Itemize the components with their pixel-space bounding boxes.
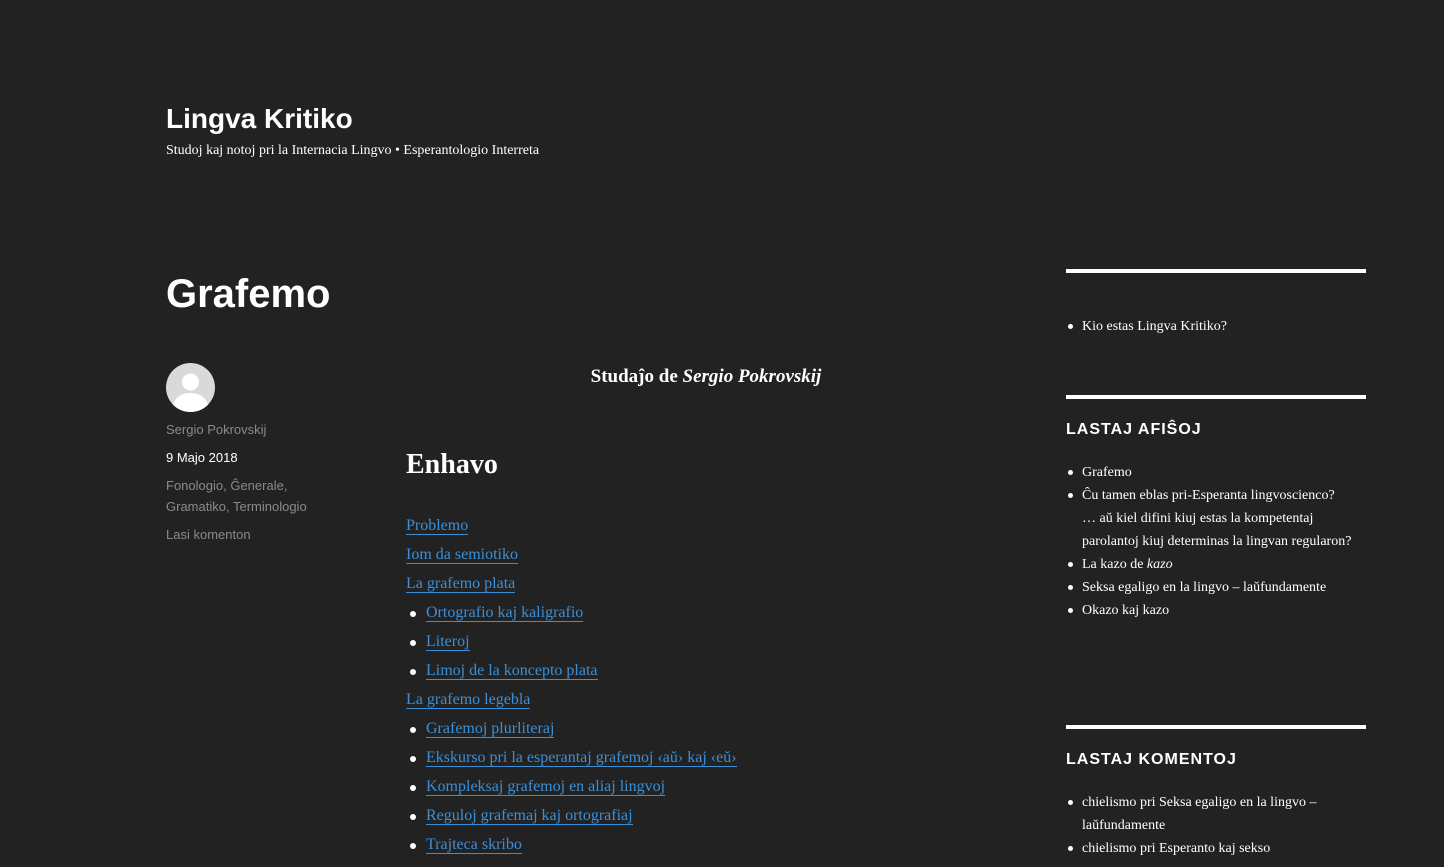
toc-link[interactable]: Literoj <box>426 633 470 651</box>
recent-post-link[interactable]: La kazo de kazo <box>1082 557 1173 572</box>
category-link[interactable]: Ĝenerale <box>230 478 283 493</box>
toc-item: Reguloj grafemaj kaj ortografiaj <box>406 804 737 833</box>
recent-post-text: Grafemo <box>1082 465 1132 480</box>
pages-widget: Kio estas Lingva Kritiko? <box>1066 315 1366 338</box>
category-link[interactable]: Terminologio <box>233 499 307 514</box>
recent-post-link[interactable]: Ĉu tamen eblas pri-Esperanta lingvoscien… <box>1082 488 1335 503</box>
toc-item: Literoj <box>406 630 737 659</box>
list-item: Kio estas Lingva Kritiko? <box>1066 315 1366 338</box>
toc-item: Iom da semiotiko <box>406 543 737 572</box>
toc-link[interactable]: Iom da semiotiko <box>406 546 518 564</box>
list-item: chielismo pri Seksa egaligo en la lingvo… <box>1066 791 1366 837</box>
list-item: Okazo kaj kazo <box>1066 599 1366 622</box>
toc-item: Ekskurso pri la esperantaj grafemoj ‹aŭ›… <box>406 746 737 775</box>
recent-post-link[interactable]: Okazo kaj kazo <box>1082 603 1169 618</box>
user-silhouette-icon <box>172 373 209 412</box>
toc-item: Limoj de la koncepto plata <box>406 659 737 688</box>
toc-item: La grafemo plata <box>406 572 737 601</box>
toc-link[interactable]: Problemo <box>406 517 469 535</box>
toc-item: Trajteca skribo <box>406 833 737 862</box>
author-link[interactable]: Sergio Pokrovskij <box>166 422 266 437</box>
leave-comment-link[interactable]: Lasi komenton <box>166 527 251 542</box>
toc-item: Ortografio kaj kaligrafio <box>406 601 737 630</box>
study-prefix: Studaĵo de <box>590 366 683 387</box>
toc-heading: Enhavo <box>406 449 498 480</box>
recent-post-link[interactable]: Grafemo <box>1082 465 1132 480</box>
list-item: chielismo pri Esperanto kaj sekso <box>1066 837 1366 860</box>
list-item: Ĉu tamen eblas pri-Esperanta lingvoscien… <box>1066 484 1366 507</box>
recent-post-text: La kazo de <box>1082 557 1147 572</box>
widget-divider <box>1066 395 1366 399</box>
page-link[interactable]: Kio estas Lingva Kritiko? <box>1082 319 1227 334</box>
page-title: Grafemo <box>166 272 331 316</box>
avatar[interactable] <box>166 363 215 412</box>
toc-link[interactable]: Trajteca skribo <box>426 836 522 854</box>
category-link[interactable]: Gramatiko <box>166 499 226 514</box>
recent-posts-title: LASTAJ AFIŜOJ <box>1066 421 1202 438</box>
study-author: Sergio Pokrovskij <box>682 366 822 387</box>
post-date[interactable]: 9 Majo 2018 <box>166 447 238 468</box>
recent-post-text: … aŭ kiel difini kiuj estas la kompetent… <box>1082 511 1352 549</box>
list-item: Grafemo <box>1066 461 1366 484</box>
toc-link[interactable]: Grafemoj plurliteraj <box>426 720 555 738</box>
recent-post-emphasis: kazo <box>1146 557 1173 572</box>
toc-link[interactable]: Ekskurso pri la esperantaj grafemoj ‹aŭ›… <box>426 749 737 767</box>
toc-item: Kompleksaj grafemoj en aliaj lingvoj <box>406 775 737 804</box>
recent-post-text: Seksa egaligo en la lingvo – laŭfundamen… <box>1082 580 1327 595</box>
toc-item: Problemo <box>406 514 737 543</box>
recent-comments-list: chielismo pri Seksa egaligo en la lingvo… <box>1066 791 1366 860</box>
toc-link[interactable]: Limoj de la koncepto plata <box>426 662 598 680</box>
site-description: Studoj kaj notoj pri la Internacia Lingv… <box>166 143 540 158</box>
recent-post-text: Ĉu tamen eblas pri-Esperanta lingvoscien… <box>1082 488 1335 503</box>
toc-link[interactable]: Ortografio kaj kaligrafio <box>426 604 584 622</box>
comment-author: chielismo <box>1082 841 1137 856</box>
widget-divider <box>1066 725 1366 729</box>
category-link[interactable]: Fonologio <box>166 478 223 493</box>
list-item: La kazo de kazo <box>1066 553 1366 576</box>
toc-link[interactable]: La grafemo plata <box>406 575 516 593</box>
toc-item: La grafemo legebla <box>406 688 737 717</box>
table-of-contents: Problemo Iom da semiotiko La grafemo plata… <box>406 514 737 862</box>
recent-posts-list: Grafemo Ĉu tamen eblas pri-Esperanta ling… <box>1066 461 1366 622</box>
list-item: … aŭ kiel difini kiuj estas la kompetent… <box>1066 507 1366 553</box>
recent-post-text: Okazo kaj kazo <box>1082 603 1170 618</box>
comment-post-link[interactable]: Esperanto kaj sekso <box>1159 841 1270 856</box>
recent-post-link[interactable]: Seksa egaligo en la lingvo – laŭfundamen… <box>1082 580 1326 595</box>
toc-link[interactable]: La grafemo legebla <box>406 691 531 709</box>
widget-divider <box>1066 269 1366 273</box>
recent-comments-title: LASTAJ KOMENTOJ <box>1066 751 1237 768</box>
toc-link[interactable]: Kompleksaj grafemoj en aliaj lingvoj <box>426 778 666 796</box>
toc-item: Grafemoj plurliteraj <box>406 717 737 746</box>
comment-connector: pri <box>1136 795 1159 810</box>
study-byline: Studaĵo de Sergio Pokrovskij <box>406 364 1006 390</box>
comment-connector: pri <box>1136 841 1159 856</box>
recent-post-link[interactable]: … aŭ kiel difini kiuj estas la kompetent… <box>1082 511 1351 549</box>
list-item: Seksa egaligo en la lingvo – laŭfundamen… <box>1066 576 1366 599</box>
comment-author: chielismo <box>1082 795 1137 810</box>
toc-link[interactable]: Reguloj grafemaj kaj ortografiaj <box>426 807 633 825</box>
site-title[interactable]: Lingva Kritiko <box>166 101 353 137</box>
